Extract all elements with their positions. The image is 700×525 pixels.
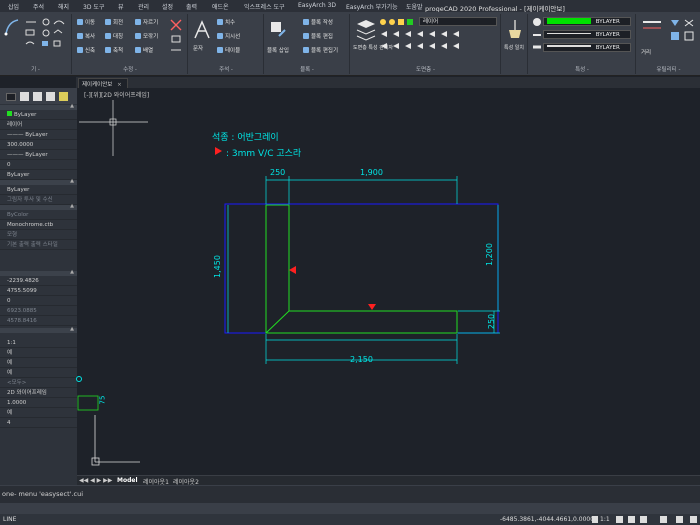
tab-model[interactable]: Model <box>117 477 138 484</box>
command-history: one- menu 'easysect'.cui <box>2 490 84 498</box>
dim-1200[interactable]: 1,200 <box>485 243 494 266</box>
dim-1900[interactable]: 1,900 <box>360 168 383 177</box>
tab-nav-arrows[interactable]: ◀◀ ◀ ▶ ▶▶ <box>79 477 112 484</box>
side-circle <box>76 376 82 382</box>
grid-icon[interactable] <box>628 516 635 523</box>
snap-icon[interactable] <box>616 516 623 523</box>
status-command: LINE <box>3 516 17 523</box>
crosshair-cursor <box>79 100 148 156</box>
command-input[interactable] <box>0 503 700 514</box>
command-line[interactable]: one- menu 'easysect'.cui <box>0 485 700 503</box>
annotation-icon[interactable] <box>592 516 598 523</box>
marker-left <box>289 266 296 274</box>
corner-miter-line[interactable] <box>265 310 290 334</box>
legend-marker <box>215 147 222 155</box>
side-dim-75[interactable]: 75 <box>98 396 106 405</box>
dim-1450[interactable]: 1,450 <box>213 255 222 278</box>
ucs-icon <box>91 415 140 466</box>
drawing-overlay <box>76 100 500 466</box>
status-coordinates: -6485.3861,-4044.4661,0.0000 <box>500 516 595 523</box>
dim-250-top[interactable]: 250 <box>270 168 285 177</box>
dim-250-right[interactable]: 250 <box>487 314 496 329</box>
lineweight-icon[interactable] <box>676 516 683 523</box>
ortho-icon[interactable] <box>640 516 647 523</box>
layout-tab-bar: ◀◀ ◀ ▶ ▶▶ Model 레이아웃1 레이아웃2 <box>77 475 700 486</box>
polar-icon[interactable] <box>660 516 667 523</box>
status-bar: LINE -6485.3861,-4044.4661,0.0000 1:1 <box>0 514 700 525</box>
status-scale[interactable]: 1:1 <box>600 516 610 523</box>
marker-bottom <box>368 304 376 310</box>
note-material[interactable]: : 3mm V/C 고스라 <box>226 146 301 159</box>
dim-2150[interactable]: 2,150 <box>350 355 373 364</box>
note-stone-type[interactable]: 석종 : 어반그레이 <box>212 130 279 143</box>
side-green-rect[interactable] <box>77 395 99 411</box>
customize-icon[interactable] <box>690 516 697 523</box>
